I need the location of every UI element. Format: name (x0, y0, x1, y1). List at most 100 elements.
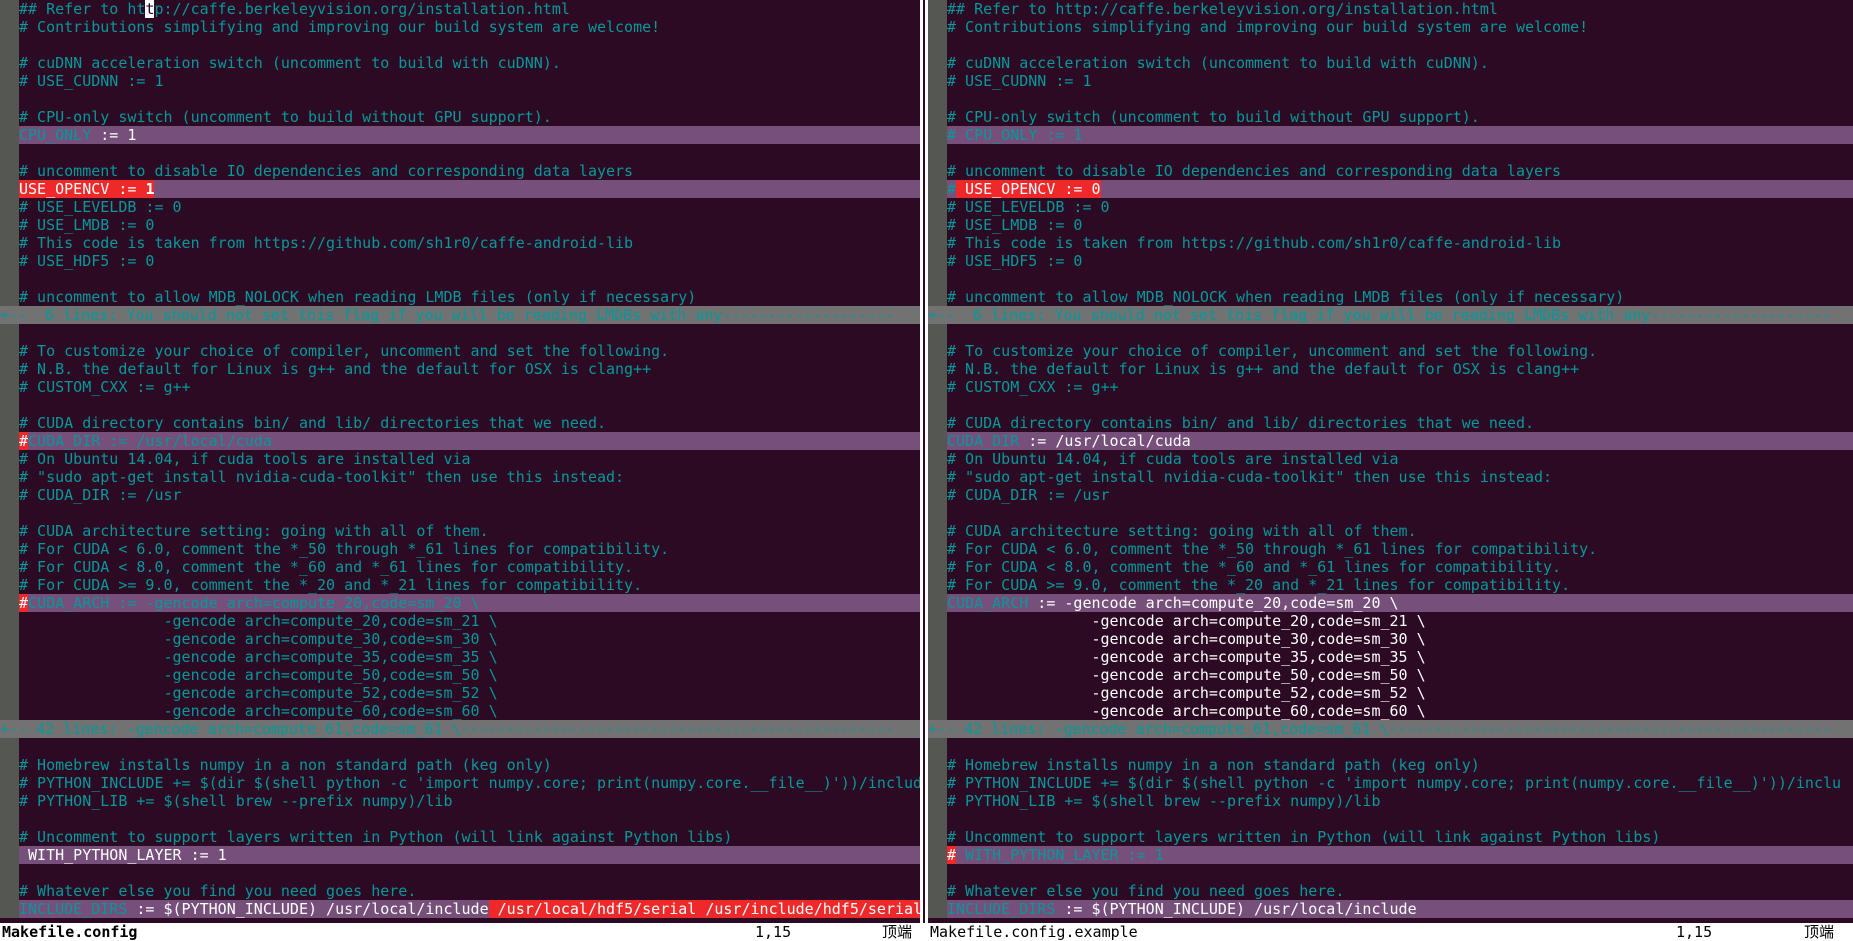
diff-changed-line[interactable]: #CUDA_DIR := /usr/local/cuda (0, 432, 920, 450)
code-line[interactable]: # N.B. the default for Linux is g++ and … (0, 360, 920, 378)
code-line[interactable]: # USE_CUDNN := 1 (0, 72, 920, 90)
code-line[interactable] (928, 864, 1853, 882)
code-line[interactable]: -gencode arch=compute_50,code=sm_50 \ (0, 666, 920, 684)
code-line[interactable]: # To customize your choice of compiler, … (0, 342, 920, 360)
diff-changed-line[interactable]: #CUDA_ARCH := -gencode arch=compute_20,c… (0, 594, 920, 612)
code-line[interactable] (0, 738, 920, 756)
code-line[interactable]: # CUSTOM_CXX := g++ (0, 378, 920, 396)
code-line[interactable] (928, 144, 1853, 162)
code-line[interactable]: # Contributions simplifying and improvin… (928, 18, 1853, 36)
diff-changed-line[interactable]: # USE_OPENCV := 0 (928, 180, 1853, 198)
code-line[interactable]: # For CUDA < 6.0, comment the *_50 throu… (928, 540, 1853, 558)
code-line[interactable]: -gencode arch=compute_60,code=sm_60 \ (928, 702, 1853, 720)
diff-changed-line[interactable]: USE_OPENCV := 1 (0, 180, 920, 198)
code-line[interactable] (928, 396, 1853, 414)
code-line[interactable]: # USE_LMDB := 0 (928, 216, 1853, 234)
code-line[interactable]: # Homebrew installs numpy in a non stand… (928, 756, 1853, 774)
code-line[interactable]: # USE_CUDNN := 1 (928, 72, 1853, 90)
code-line[interactable]: # For CUDA < 8.0, comment the *_60 and *… (0, 558, 920, 576)
code-line[interactable]: # CUDA_DIR := /usr (928, 486, 1853, 504)
code-line[interactable]: # For CUDA < 8.0, comment the *_60 and *… (928, 558, 1853, 576)
code-line[interactable] (0, 864, 920, 882)
code-line[interactable]: # PYTHON_LIB += $(shell brew --prefix nu… (0, 792, 920, 810)
fold-line[interactable]: +-- 42 lines: -gencode arch=compute_61,c… (0, 720, 920, 738)
diff-changed-line[interactable]: INCLUDE_DIRS := $(PYTHON_INCLUDE) /usr/l… (928, 900, 1853, 918)
code-line[interactable]: # CUSTOM_CXX := g++ (928, 378, 1853, 396)
diff-changed-line[interactable]: CUDA_DIR := /usr/local/cuda (928, 432, 1853, 450)
code-line[interactable]: -gencode arch=compute_20,code=sm_21 \ (0, 612, 920, 630)
code-line[interactable] (928, 270, 1853, 288)
code-line[interactable]: # uncomment to allow MDB_NOLOCK when rea… (0, 288, 920, 306)
code-line[interactable]: # CUDA_DIR := /usr (0, 486, 920, 504)
code-line[interactable]: # On Ubuntu 14.04, if cuda tools are ins… (928, 450, 1853, 468)
code-line[interactable]: # USE_LEVELDB := 0 (0, 198, 920, 216)
code-line[interactable]: # This code is taken from https://github… (0, 234, 920, 252)
fold-line[interactable]: +-- 42 lines: -gencode arch=compute_61,c… (928, 720, 1853, 738)
code-line[interactable]: # Uncomment to support layers written in… (928, 828, 1853, 846)
code-line[interactable]: # CPU-only switch (uncomment to build wi… (928, 108, 1853, 126)
code-line[interactable]: -gencode arch=compute_35,code=sm_35 \ (928, 648, 1853, 666)
code-line[interactable]: -gencode arch=compute_20,code=sm_21 \ (928, 612, 1853, 630)
diff-changed-line[interactable]: # WITH_PYTHON_LAYER := 1 (928, 846, 1853, 864)
code-line[interactable] (0, 144, 920, 162)
code-line[interactable] (0, 504, 920, 522)
code-line[interactable]: # To customize your choice of compiler, … (928, 342, 1853, 360)
code-line[interactable]: # CUDA architecture setting: going with … (0, 522, 920, 540)
code-line[interactable]: # For CUDA < 6.0, comment the *_50 throu… (0, 540, 920, 558)
diff-changed-line[interactable]: WITH_PYTHON_LAYER := 1 (0, 846, 920, 864)
code-line[interactable] (928, 504, 1853, 522)
code-line[interactable]: # uncomment to disable IO dependencies a… (928, 162, 1853, 180)
code-line[interactable]: # USE_HDF5 := 0 (0, 252, 920, 270)
code-line[interactable]: # USE_HDF5 := 0 (928, 252, 1853, 270)
code-line[interactable] (928, 36, 1853, 54)
code-line[interactable] (928, 738, 1853, 756)
code-line[interactable]: # Contributions simplifying and improvin… (0, 18, 920, 36)
diff-changed-line[interactable]: CUDA_ARCH := -gencode arch=compute_20,co… (928, 594, 1853, 612)
code-line[interactable] (928, 810, 1853, 828)
code-line[interactable]: # Whatever else you find you need goes h… (928, 882, 1853, 900)
code-line[interactable] (0, 36, 920, 54)
code-line[interactable]: # Homebrew installs numpy in a non stand… (0, 756, 920, 774)
fold-line[interactable]: +-- 6 lines: You should not set this fla… (928, 306, 1853, 324)
code-line[interactable]: # uncomment to allow MDB_NOLOCK when rea… (928, 288, 1853, 306)
code-line[interactable] (0, 396, 920, 414)
code-line[interactable] (928, 324, 1853, 342)
code-line[interactable]: # On Ubuntu 14.04, if cuda tools are ins… (0, 450, 920, 468)
code-line[interactable]: # PYTHON_INCLUDE += $(dir $(shell python… (0, 774, 920, 792)
code-line[interactable]: # Uncomment to support layers written in… (0, 828, 920, 846)
code-line[interactable]: -gencode arch=compute_52,code=sm_52 \ (928, 684, 1853, 702)
code-line[interactable]: # cuDNN acceleration switch (uncomment t… (0, 54, 920, 72)
code-line[interactable]: # CUDA directory contains bin/ and lib/ … (0, 414, 920, 432)
code-line[interactable]: # For CUDA >= 9.0, comment the *_20 and … (928, 576, 1853, 594)
code-line[interactable]: -gencode arch=compute_30,code=sm_30 \ (928, 630, 1853, 648)
code-line[interactable]: # "sudo apt-get install nvidia-cuda-tool… (928, 468, 1853, 486)
diff-changed-line[interactable]: INCLUDE_DIRS := $(PYTHON_INCLUDE) /usr/l… (0, 900, 920, 918)
code-line[interactable] (0, 324, 920, 342)
code-line[interactable]: -gencode arch=compute_30,code=sm_30 \ (0, 630, 920, 648)
left-editor-pane[interactable]: ## Refer to http://caffe.berkeleyvision.… (0, 0, 920, 923)
code-line[interactable] (0, 90, 920, 108)
code-line[interactable]: # USE_LEVELDB := 0 (928, 198, 1853, 216)
code-line[interactable]: -gencode arch=compute_52,code=sm_52 \ (0, 684, 920, 702)
code-line[interactable]: -gencode arch=compute_50,code=sm_50 \ (928, 666, 1853, 684)
code-line[interactable]: # For CUDA >= 9.0, comment the *_20 and … (0, 576, 920, 594)
diff-changed-line[interactable]: CPU_ONLY := 1 (0, 126, 920, 144)
code-line[interactable]: # uncomment to disable IO dependencies a… (0, 162, 920, 180)
code-line[interactable] (928, 90, 1853, 108)
code-line[interactable]: # PYTHON_LIB += $(shell brew --prefix nu… (928, 792, 1853, 810)
code-line[interactable]: # "sudo apt-get install nvidia-cuda-tool… (0, 468, 920, 486)
fold-line[interactable]: +-- 6 lines: You should not set this fla… (0, 306, 920, 324)
diff-changed-line[interactable]: # CPU_ONLY := 1 (928, 126, 1853, 144)
code-line[interactable]: -gencode arch=compute_35,code=sm_35 \ (0, 648, 920, 666)
code-line[interactable]: # Whatever else you find you need goes h… (0, 882, 920, 900)
code-line[interactable]: # USE_LMDB := 0 (0, 216, 920, 234)
code-line[interactable] (0, 810, 920, 828)
code-line[interactable]: # CUDA architecture setting: going with … (928, 522, 1853, 540)
code-line[interactable]: # cuDNN acceleration switch (uncomment t… (928, 54, 1853, 72)
code-line[interactable] (0, 270, 920, 288)
code-line[interactable]: # CUDA directory contains bin/ and lib/ … (928, 414, 1853, 432)
right-editor-pane[interactable]: ## Refer to http://caffe.berkeleyvision.… (928, 0, 1853, 923)
code-line[interactable]: ## Refer to http://caffe.berkeleyvision.… (0, 0, 920, 18)
code-line[interactable]: # PYTHON_INCLUDE += $(dir $(shell python… (928, 774, 1853, 792)
pane-divider[interactable] (920, 0, 928, 923)
